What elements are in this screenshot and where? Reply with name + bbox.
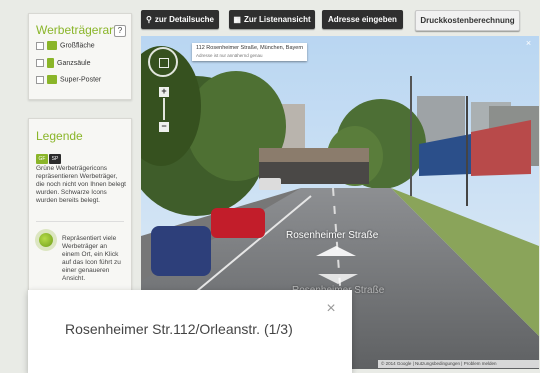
- enter-address-button[interactable]: Adresse eingeben: [322, 10, 403, 29]
- print-costs-button[interactable]: Druckkostenberechnung: [415, 10, 520, 31]
- checkbox[interactable]: [36, 41, 44, 50]
- poster-icon: [47, 75, 57, 84]
- option-label: Großfläche: [60, 42, 95, 50]
- divider: [36, 221, 124, 222]
- street-view-footer: © 2014 Google | Nutzungsbedingungen | Pr…: [378, 360, 539, 368]
- option-ganzsaeule[interactable]: Ganzsäule: [36, 58, 90, 68]
- ad-type-title: Werbeträgerart: [36, 23, 117, 37]
- info-popup: × Rosenheimer Str.112/Orleanstr. (1/3): [28, 290, 352, 373]
- compass-icon[interactable]: [148, 47, 178, 77]
- list-view-button[interactable]: ▦ Zur Listenansicht: [229, 10, 315, 29]
- option-super-poster[interactable]: Super-Poster: [36, 75, 101, 85]
- legend-icons: GF SP: [36, 147, 62, 165]
- help-icon[interactable]: ?: [114, 25, 126, 37]
- black-billboard-icon: SP: [49, 154, 61, 164]
- search-icon: ⚲: [146, 15, 152, 24]
- zoom-in-button[interactable]: +: [159, 87, 169, 97]
- address-note: Adresse ist nur annähernd genau: [196, 53, 263, 58]
- legend-panel: Legende GF SP Grüne Werbeträgericons repr…: [28, 118, 132, 292]
- print-costs-label: Druckkostenberechnung: [420, 16, 515, 25]
- zoom-out-button[interactable]: −: [159, 122, 169, 132]
- legend-description: Grüne Werbeträgericons repräsentieren We…: [36, 165, 126, 204]
- option-label: Super-Poster: [60, 76, 102, 84]
- street-view-close-icon[interactable]: ×: [524, 39, 533, 48]
- list-view-label: Zur Listenansicht: [243, 15, 311, 24]
- checkbox[interactable]: [36, 75, 44, 84]
- column-icon: [47, 58, 54, 68]
- green-billboard-icon: GF: [36, 154, 48, 164]
- close-icon[interactable]: ×: [324, 301, 338, 317]
- grid-icon: ▦: [233, 15, 241, 24]
- enter-address-label: Adresse eingeben: [328, 15, 397, 24]
- option-label: Ganzsäule: [57, 59, 91, 67]
- address-text: 112 Rosenheimer Straße, München, Bayern: [196, 45, 304, 51]
- option-grossflaeche[interactable]: Großfläche: [36, 41, 95, 51]
- zoom-slider[interactable]: [163, 98, 165, 120]
- cluster-description: Repräsentiert viele Werbeträger an einem…: [62, 235, 121, 282]
- address-card: 112 Rosenheimer Straße, München, Bayern …: [192, 43, 308, 61]
- detail-search-button[interactable]: ⚲ zur Detailsuche: [141, 10, 219, 29]
- forward-arrow-icon[interactable]: [316, 246, 356, 256]
- backward-arrow-icon[interactable]: [318, 274, 358, 284]
- street-name-label: Rosenheimer Straße: [286, 230, 379, 241]
- detail-search-label: zur Detailsuche: [154, 15, 214, 24]
- popup-title: Rosenheimer Str.112/Orleanstr. (1/3): [65, 321, 293, 337]
- billboard-icon: [47, 41, 57, 50]
- checkbox[interactable]: [36, 59, 44, 67]
- ad-type-panel: Werbeträgerart ? Großfläche Ganzsäule Su…: [28, 13, 132, 100]
- legend-title: Legende: [36, 129, 83, 143]
